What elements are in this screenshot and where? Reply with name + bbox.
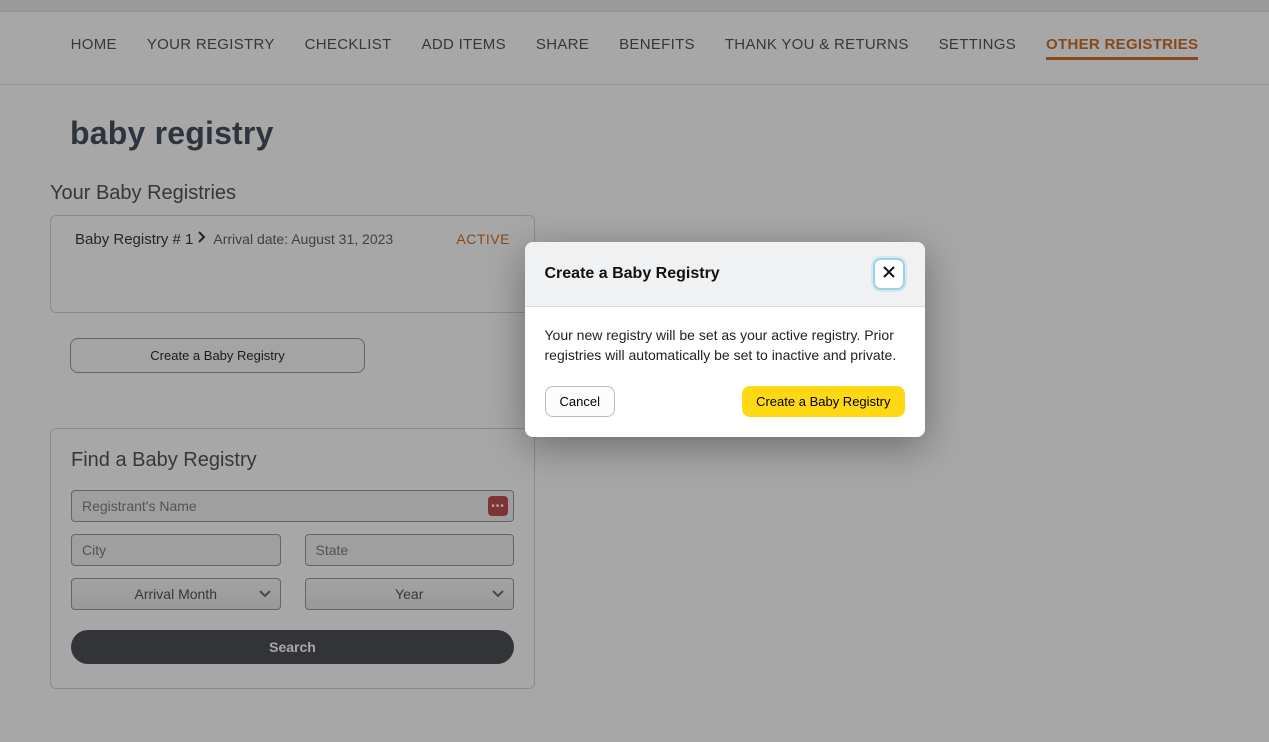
modal-footer: Cancel Create a Baby Registry bbox=[525, 374, 925, 437]
create-registry-modal: Create a Baby Registry Your new registry… bbox=[525, 242, 925, 437]
close-button[interactable] bbox=[873, 258, 905, 290]
modal-overlay[interactable]: Create a Baby Registry Your new registry… bbox=[0, 0, 1269, 742]
cancel-button[interactable]: Cancel bbox=[545, 386, 615, 417]
close-icon bbox=[882, 265, 896, 284]
create-registry-confirm-button[interactable]: Create a Baby Registry bbox=[742, 386, 904, 417]
modal-title: Create a Baby Registry bbox=[545, 265, 720, 283]
modal-header: Create a Baby Registry bbox=[525, 242, 925, 307]
modal-body-text: Your new registry will be set as your ac… bbox=[525, 307, 925, 374]
